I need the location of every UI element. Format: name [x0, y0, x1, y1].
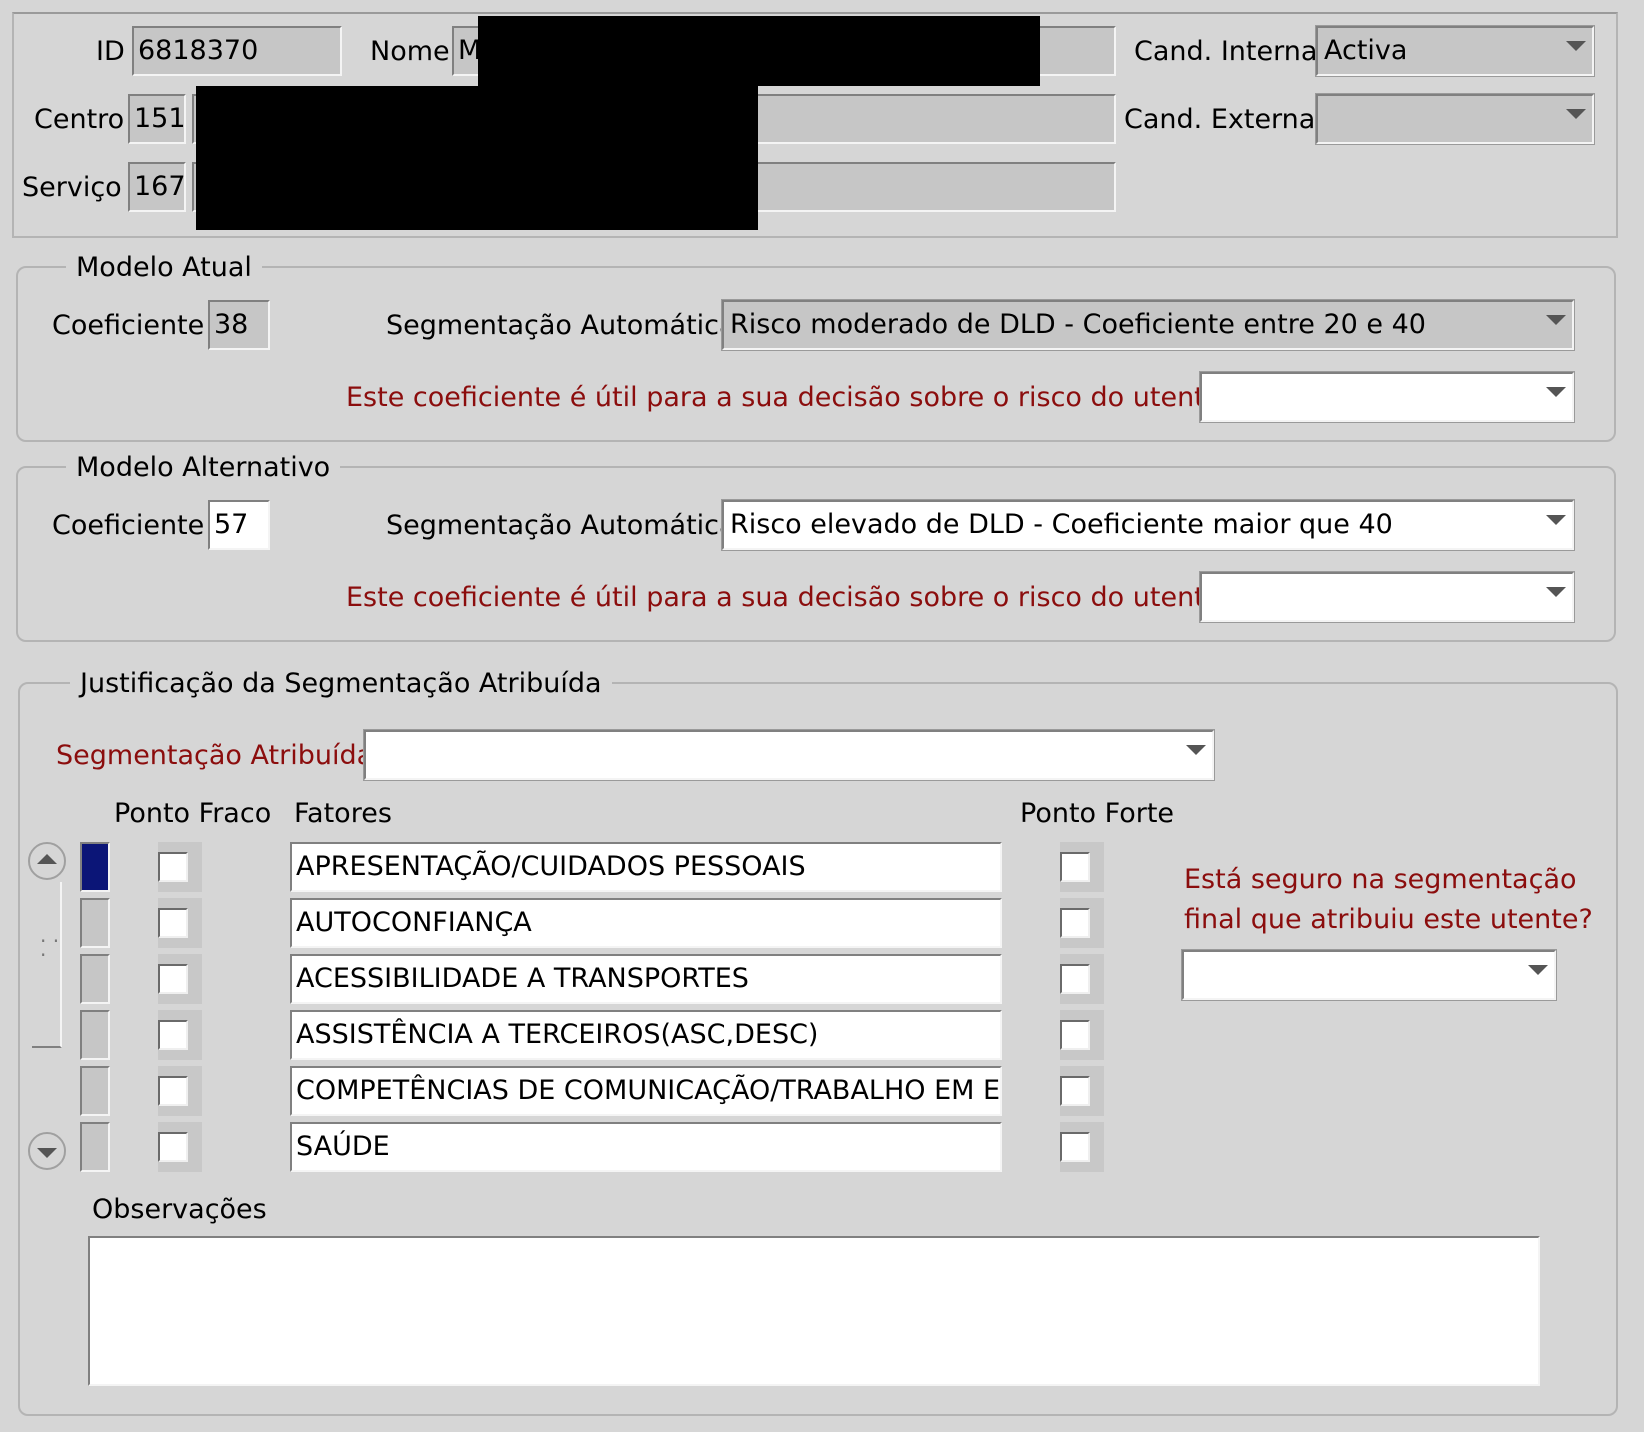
- cand-externa-label: Cand. Externa: [1124, 104, 1316, 135]
- fatores-header: Fatores: [294, 798, 392, 829]
- seguro-select[interactable]: [1181, 949, 1557, 1001]
- scroll-down-icon: [37, 1148, 57, 1158]
- ponto-forte-checkbox[interactable]: [1060, 1020, 1090, 1050]
- redaction-block: [196, 86, 758, 156]
- ponto-fraco-checkbox[interactable]: [158, 964, 188, 994]
- ponto-forte-checkbox[interactable]: [1060, 852, 1090, 882]
- scroll-track[interactable]: [32, 882, 62, 1048]
- dropdown-arrow-icon: [1546, 387, 1566, 397]
- ponto-fraco-checkbox[interactable]: [158, 1132, 188, 1162]
- segmentacao-automatica-atual-select[interactable]: Risco moderado de DLD - Coeficiente entr…: [721, 299, 1575, 351]
- coeficiente-util-question: Este coeficiente é útil para a sua decis…: [346, 582, 1236, 613]
- segmentacao-automatica-alternativo-value: Risco elevado de DLD - Coeficiente maior…: [730, 509, 1393, 540]
- rows-scrollbar[interactable]: · · ·: [28, 842, 66, 1170]
- coeficiente-util-atual-select[interactable]: [1199, 371, 1575, 423]
- row-indicator[interactable]: [80, 1066, 110, 1116]
- dropdown-arrow-icon: [1528, 965, 1548, 975]
- dropdown-arrow-icon: [1566, 109, 1586, 119]
- ponto-fraco-checkbox[interactable]: [158, 908, 188, 938]
- row-indicator[interactable]: [80, 898, 110, 948]
- nome-label: Nome: [370, 36, 450, 67]
- coeficiente-label: Coeficiente: [52, 510, 205, 541]
- dropdown-arrow-icon: [1546, 587, 1566, 597]
- fator-field[interactable]: APRESENTAÇÃO/CUIDADOS PESSOAIS: [290, 842, 1002, 892]
- ponto-fraco-checkbox[interactable]: [158, 1020, 188, 1050]
- coeficiente-util-alternativo-select[interactable]: [1199, 571, 1575, 623]
- coeficiente-label: Coeficiente: [52, 310, 205, 341]
- fator-field[interactable]: SAÚDE: [290, 1122, 1002, 1172]
- modelo-atual-title: Modelo Atual: [66, 252, 262, 284]
- scroll-up-icon: [37, 854, 57, 864]
- centro-label: Centro: [34, 104, 125, 135]
- segmentacao-automatica-label: Segmentação Automática: [386, 310, 736, 341]
- cand-externa-select[interactable]: [1315, 93, 1595, 145]
- ponto-forte-checkbox[interactable]: [1060, 964, 1090, 994]
- id-label: ID: [96, 36, 125, 67]
- fator-field[interactable]: ASSISTÊNCIA A TERCEIROS(ASC,DESC): [290, 1010, 1002, 1060]
- seguro-question-line1: Está seguro na segmentação: [1184, 864, 1577, 895]
- segmentacao-atribuida-label: Segmentação Atribuída: [56, 740, 374, 771]
- dropdown-arrow-icon: [1186, 745, 1206, 755]
- row-indicator[interactable]: [80, 1122, 110, 1172]
- segmentacao-automatica-label: Segmentação Automática: [386, 510, 736, 541]
- coeficiente-alternativo-field[interactable]: 57: [208, 500, 270, 550]
- ponto-fraco-header: Ponto Fraco: [114, 798, 272, 829]
- justificacao-title: Justificação da Segmentação Atribuída: [70, 668, 612, 700]
- ponto-fraco-checkbox[interactable]: [158, 1076, 188, 1106]
- fator-field[interactable]: COMPETÊNCIAS DE COMUNICAÇÃO/TRABALHO EM …: [290, 1066, 1002, 1116]
- segmentacao-automatica-atual-value: Risco moderado de DLD - Coeficiente entr…: [730, 309, 1426, 340]
- seguro-question-line2: final que atribuiu este utente?: [1184, 904, 1593, 935]
- servico-code-field[interactable]: 167: [128, 162, 186, 212]
- cand-interna-select[interactable]: Activa: [1315, 25, 1595, 77]
- ponto-forte-checkbox[interactable]: [1060, 1076, 1090, 1106]
- ponto-forte-checkbox[interactable]: [1060, 908, 1090, 938]
- centro-code-field[interactable]: 151: [128, 94, 186, 144]
- servico-label: Serviço: [22, 172, 122, 203]
- row-indicator[interactable]: [80, 842, 110, 892]
- row-indicator[interactable]: [80, 954, 110, 1004]
- coeficiente-util-question: Este coeficiente é útil para a sua decis…: [346, 382, 1236, 413]
- observacoes-textarea[interactable]: [88, 1236, 1540, 1386]
- fator-field[interactable]: ACESSIBILIDADE A TRANSPORTES: [290, 954, 1002, 1004]
- cand-interna-value: Activa: [1324, 35, 1408, 66]
- ponto-forte-header: Ponto Forte: [1020, 798, 1175, 829]
- cand-interna-label: Cand. Interna: [1134, 36, 1318, 67]
- dropdown-arrow-icon: [1566, 41, 1586, 51]
- row-indicator[interactable]: [80, 1010, 110, 1060]
- id-field[interactable]: 6818370: [132, 26, 342, 76]
- modelo-alternativo-title: Modelo Alternativo: [66, 452, 341, 484]
- redaction-block: [478, 16, 1040, 86]
- scroll-up-button[interactable]: [28, 842, 66, 880]
- dropdown-arrow-icon: [1546, 515, 1566, 525]
- scroll-down-button[interactable]: [28, 1132, 66, 1170]
- segmentacao-automatica-alternativo-select[interactable]: Risco elevado de DLD - Coeficiente maior…: [721, 499, 1575, 551]
- segmentacao-atribuida-select[interactable]: [363, 729, 1215, 781]
- dropdown-arrow-icon: [1546, 315, 1566, 325]
- scroll-grip-icon: · · ·: [40, 929, 60, 967]
- fator-field[interactable]: AUTOCONFIANÇA: [290, 898, 1002, 948]
- coeficiente-atual-field[interactable]: 38: [208, 300, 270, 350]
- ponto-forte-checkbox[interactable]: [1060, 1132, 1090, 1162]
- ponto-fraco-checkbox[interactable]: [158, 852, 188, 882]
- redaction-block: [196, 156, 758, 230]
- observacoes-label: Observações: [92, 1194, 267, 1225]
